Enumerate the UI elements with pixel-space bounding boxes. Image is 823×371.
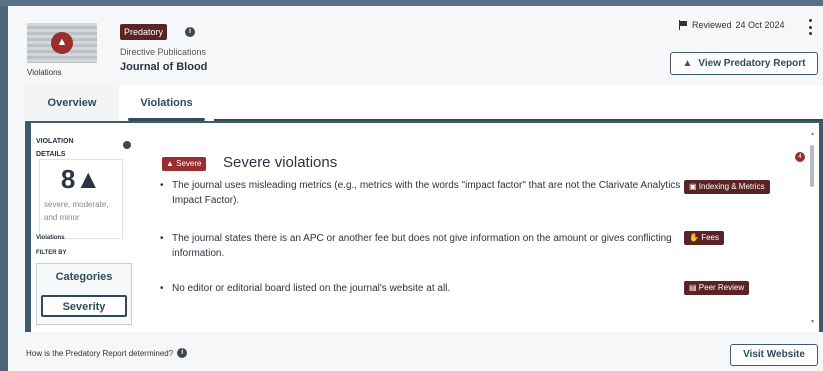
tag-peer-review[interactable]: ▤ Peer Review — [684, 281, 750, 295]
tag-indexing-metrics[interactable]: ▣ Indexing & Metrics — [684, 180, 770, 194]
violation-count-box: 8▲ severe, moderate, and minor — [39, 159, 123, 239]
filter-options: Categories Severity — [36, 263, 132, 325]
thumbnail-caption: Violations — [27, 68, 62, 77]
violation-text: The journal uses misleading metrics (e.g… — [172, 180, 681, 206]
publisher-name: Directive Publications — [120, 47, 207, 57]
journal-card: ▲ Violations Predatory i Directive Publi… — [8, 6, 823, 371]
violation-details-title: VIOLATION DETAILS — [36, 138, 74, 158]
view-report-label: View Predatory Report — [698, 58, 806, 69]
violation-text: No editor or editorial board listed on t… — [172, 283, 451, 294]
violation-count-number: 8 — [60, 164, 76, 194]
visit-website-button[interactable]: Visit Website — [730, 344, 818, 366]
tag-label: Peer Review — [698, 283, 745, 292]
warning-icon: ▲ — [682, 58, 693, 69]
status-badge: Predatory — [120, 24, 168, 40]
more-options-icon[interactable] — [807, 19, 813, 35]
violation-count-description: severe, moderate, and minor — [44, 200, 109, 222]
journal-thumbnail: ▲ — [27, 23, 97, 63]
footer-question-text: How is the Predatory Report determined? — [26, 348, 174, 358]
violation-item: • No editor or editorial board listed on … — [160, 281, 690, 296]
tag-fees[interactable]: ✋ Fees — [684, 231, 724, 245]
violations-panel: Overview Violations VIOLATION DETAILS 8▲… — [25, 85, 823, 332]
violations-label: Violations — [36, 235, 65, 241]
violation-count: 8▲ — [40, 164, 122, 195]
tab-violations[interactable]: Violations — [119, 85, 214, 121]
violations-content: VIOLATION DETAILS 8▲ severe, moderate, a… — [31, 123, 819, 332]
filter-severity[interactable]: Severity — [41, 295, 127, 317]
reviewed-status: Reviewed 24 Oct 2024 — [678, 20, 785, 30]
scroll-down-icon[interactable]: ▼ — [810, 319, 815, 325]
filter-categories[interactable]: Categories — [41, 271, 127, 283]
info-icon[interactable]: i — [177, 348, 188, 358]
view-predatory-report-button[interactable]: ▲ View Predatory Report — [670, 52, 818, 75]
violation-count-badge: 4 — [795, 152, 805, 162]
journal-title: Journal of Blood — [120, 61, 208, 73]
status-dot — [123, 141, 131, 149]
violation-text: The journal states there is an APC or an… — [172, 233, 672, 259]
severity-badge: ▲ Severe — [162, 157, 206, 171]
tag-label: Fees — [701, 233, 719, 242]
reviewed-label: Reviewed — [692, 20, 732, 30]
scroll-up-icon[interactable]: ▲ — [810, 131, 815, 137]
warning-icon: ▲ — [75, 164, 102, 194]
violation-item: • The journal uses misleading metrics (e.… — [160, 178, 690, 208]
scrollbar-thumb[interactable] — [810, 145, 814, 187]
tab-overview[interactable]: Overview — [25, 85, 119, 121]
reviewed-date: 24 Oct 2024 — [735, 20, 785, 30]
severity-badge-label: Severe — [176, 159, 202, 168]
warning-icon: ▲ — [51, 32, 73, 54]
predatory-report-question[interactable]: How is the Predatory Report determined? … — [26, 348, 188, 358]
flag-icon — [678, 20, 688, 30]
violation-item: • The journal states there is an APC or a… — [160, 231, 690, 261]
section-title: Severe violations — [223, 154, 338, 171]
tab-bar-fill — [214, 85, 823, 121]
scrollbar[interactable]: ▲ ▼ — [809, 131, 815, 331]
filter-by-label: FILTER BY — [36, 250, 67, 256]
info-icon[interactable]: i — [185, 27, 195, 37]
tag-label: Indexing & Metrics — [698, 182, 765, 191]
